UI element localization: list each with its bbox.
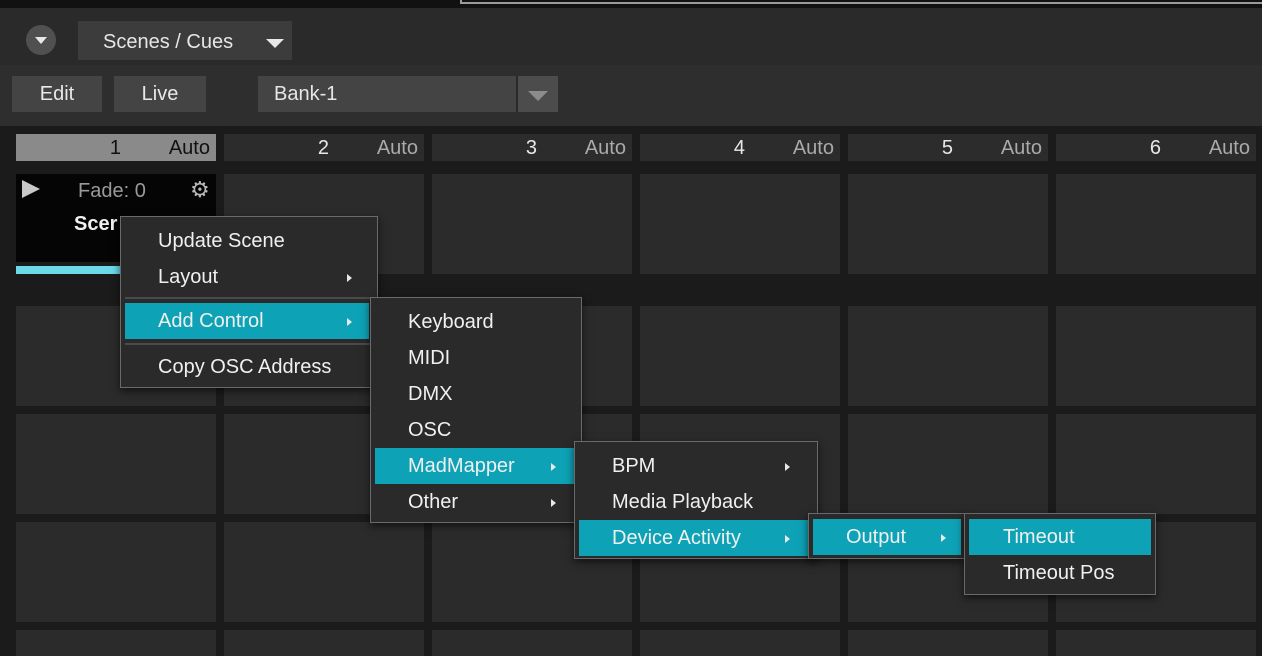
menu-item-other[interactable]: Other bbox=[371, 484, 581, 520]
menu-item-update-scene[interactable]: Update Scene bbox=[121, 223, 377, 259]
madmapper-submenu: BPM Media Playback Device Activity bbox=[574, 441, 818, 559]
menu-item-label: MadMapper bbox=[408, 455, 515, 477]
chevron-right-icon bbox=[785, 535, 790, 543]
menu-item-label: Timeout Pos bbox=[1003, 562, 1115, 584]
scene-slot[interactable] bbox=[848, 630, 1048, 656]
add-control-submenu: Keyboard MIDI DMX OSC MadMapper Other bbox=[370, 297, 582, 523]
column-header-4[interactable]: 4 Auto bbox=[640, 134, 840, 161]
play-icon[interactable] bbox=[22, 180, 40, 198]
menu-item-timeout[interactable]: Timeout bbox=[969, 519, 1151, 555]
column-mode: Auto bbox=[168, 137, 210, 159]
menu-divider bbox=[125, 343, 373, 345]
scene-slot[interactable] bbox=[1056, 630, 1256, 656]
scene-slot[interactable] bbox=[1056, 174, 1256, 274]
menu-item-madmapper[interactable]: MadMapper bbox=[375, 448, 577, 484]
menu-item-label: Add Control bbox=[158, 310, 264, 332]
scene-slot[interactable] bbox=[16, 414, 216, 514]
menu-item-midi[interactable]: MIDI bbox=[371, 340, 581, 376]
scene-slot[interactable] bbox=[640, 306, 840, 406]
menu-item-bpm[interactable]: BPM bbox=[575, 448, 817, 484]
output-submenu: Timeout Timeout Pos bbox=[964, 513, 1156, 595]
bank-dropdown-button[interactable] bbox=[516, 76, 558, 112]
chevron-down-icon bbox=[35, 37, 47, 44]
menu-item-layout[interactable]: Layout bbox=[121, 259, 377, 295]
column-header-3[interactable]: 3 Auto bbox=[432, 134, 632, 161]
scene-slot[interactable] bbox=[848, 174, 1048, 274]
caret-down-icon bbox=[528, 91, 548, 101]
column-header-2[interactable]: 2 Auto bbox=[224, 134, 424, 161]
menu-item-label: DMX bbox=[408, 383, 453, 405]
menu-item-label: MIDI bbox=[408, 347, 451, 369]
menu-divider bbox=[125, 297, 373, 299]
edit-button[interactable]: Edit bbox=[12, 76, 102, 112]
scene-fade-label: Fade: 0 bbox=[78, 180, 146, 202]
menu-item-label: Update Scene bbox=[158, 230, 285, 252]
panel-title: Scenes / Cues bbox=[103, 31, 234, 53]
bank-select[interactable]: Bank-1 bbox=[258, 76, 516, 112]
column-mode: Auto bbox=[1208, 137, 1250, 159]
menu-item-label: Device Activity bbox=[612, 527, 741, 549]
chevron-right-icon bbox=[551, 463, 556, 471]
column-number: 6 bbox=[1149, 137, 1161, 159]
scene-slot[interactable] bbox=[224, 630, 424, 656]
menu-item-media-playback[interactable]: Media Playback bbox=[575, 484, 817, 520]
scene-slot[interactable] bbox=[16, 630, 216, 656]
scene-name: Scer bbox=[74, 213, 118, 235]
menu-item-copy-osc-address[interactable]: Copy OSC Address bbox=[121, 349, 377, 385]
column-number: 5 bbox=[941, 137, 953, 159]
menu-item-osc[interactable]: OSC bbox=[371, 412, 581, 448]
timeline-track bbox=[460, 0, 1262, 4]
scene-slot[interactable] bbox=[848, 306, 1048, 406]
column-number: 2 bbox=[317, 137, 329, 159]
menu-item-label: OSC bbox=[408, 419, 452, 441]
scene-slot[interactable] bbox=[848, 414, 1048, 514]
column-mode: Auto bbox=[584, 137, 626, 159]
menu-item-label: Copy OSC Address bbox=[158, 356, 332, 378]
column-number: 4 bbox=[733, 137, 745, 159]
scene-slot[interactable] bbox=[16, 522, 216, 622]
scene-slot[interactable] bbox=[1056, 414, 1256, 514]
chevron-right-icon bbox=[941, 534, 946, 542]
column-header-6[interactable]: 6 Auto bbox=[1056, 134, 1256, 161]
collapse-button[interactable] bbox=[26, 25, 56, 55]
column-header-5[interactable]: 5 Auto bbox=[848, 134, 1048, 161]
panel-selector-dropdown[interactable]: Scenes / Cues bbox=[78, 21, 292, 60]
menu-item-keyboard[interactable]: Keyboard bbox=[371, 304, 581, 340]
scene-slot[interactable] bbox=[432, 630, 632, 656]
menu-item-label: BPM bbox=[612, 455, 656, 477]
menu-item-label: Output bbox=[846, 526, 907, 548]
device-activity-submenu: Output bbox=[808, 513, 966, 559]
chevron-right-icon bbox=[347, 274, 352, 282]
live-button[interactable]: Live bbox=[114, 76, 206, 112]
column-mode: Auto bbox=[376, 137, 418, 159]
scene-slot[interactable] bbox=[640, 630, 840, 656]
bank-select-value: Bank-1 bbox=[274, 83, 338, 105]
column-mode: Auto bbox=[792, 137, 834, 159]
gear-icon[interactable]: ⚙ bbox=[190, 178, 210, 202]
menu-item-label: Other bbox=[408, 491, 459, 513]
menu-item-label: Media Playback bbox=[612, 491, 754, 513]
scene-slot[interactable] bbox=[224, 522, 424, 622]
column-mode: Auto bbox=[1000, 137, 1042, 159]
chevron-right-icon bbox=[347, 318, 352, 326]
menu-item-add-control[interactable]: Add Control bbox=[125, 303, 369, 339]
menu-item-label: Timeout bbox=[1003, 526, 1075, 548]
scene-slot[interactable] bbox=[1056, 306, 1256, 406]
column-header-1[interactable]: 1 Auto bbox=[16, 134, 216, 161]
menu-item-output[interactable]: Output bbox=[813, 519, 961, 555]
scene-slot[interactable] bbox=[432, 174, 632, 274]
chevron-right-icon bbox=[551, 499, 556, 507]
menu-item-device-activity[interactable]: Device Activity bbox=[579, 520, 809, 556]
chevron-right-icon bbox=[785, 463, 790, 471]
scene-context-menu: Update Scene Layout Add Control Copy OSC… bbox=[120, 216, 378, 388]
menu-item-label: Keyboard bbox=[408, 311, 494, 333]
menu-item-dmx[interactable]: DMX bbox=[371, 376, 581, 412]
column-number: 3 bbox=[525, 137, 537, 159]
menu-item-label: Layout bbox=[158, 266, 219, 288]
caret-down-icon bbox=[266, 39, 284, 48]
column-number: 1 bbox=[109, 137, 121, 159]
menu-item-timeout-pos[interactable]: Timeout Pos bbox=[965, 555, 1155, 591]
scene-slot[interactable] bbox=[640, 174, 840, 274]
